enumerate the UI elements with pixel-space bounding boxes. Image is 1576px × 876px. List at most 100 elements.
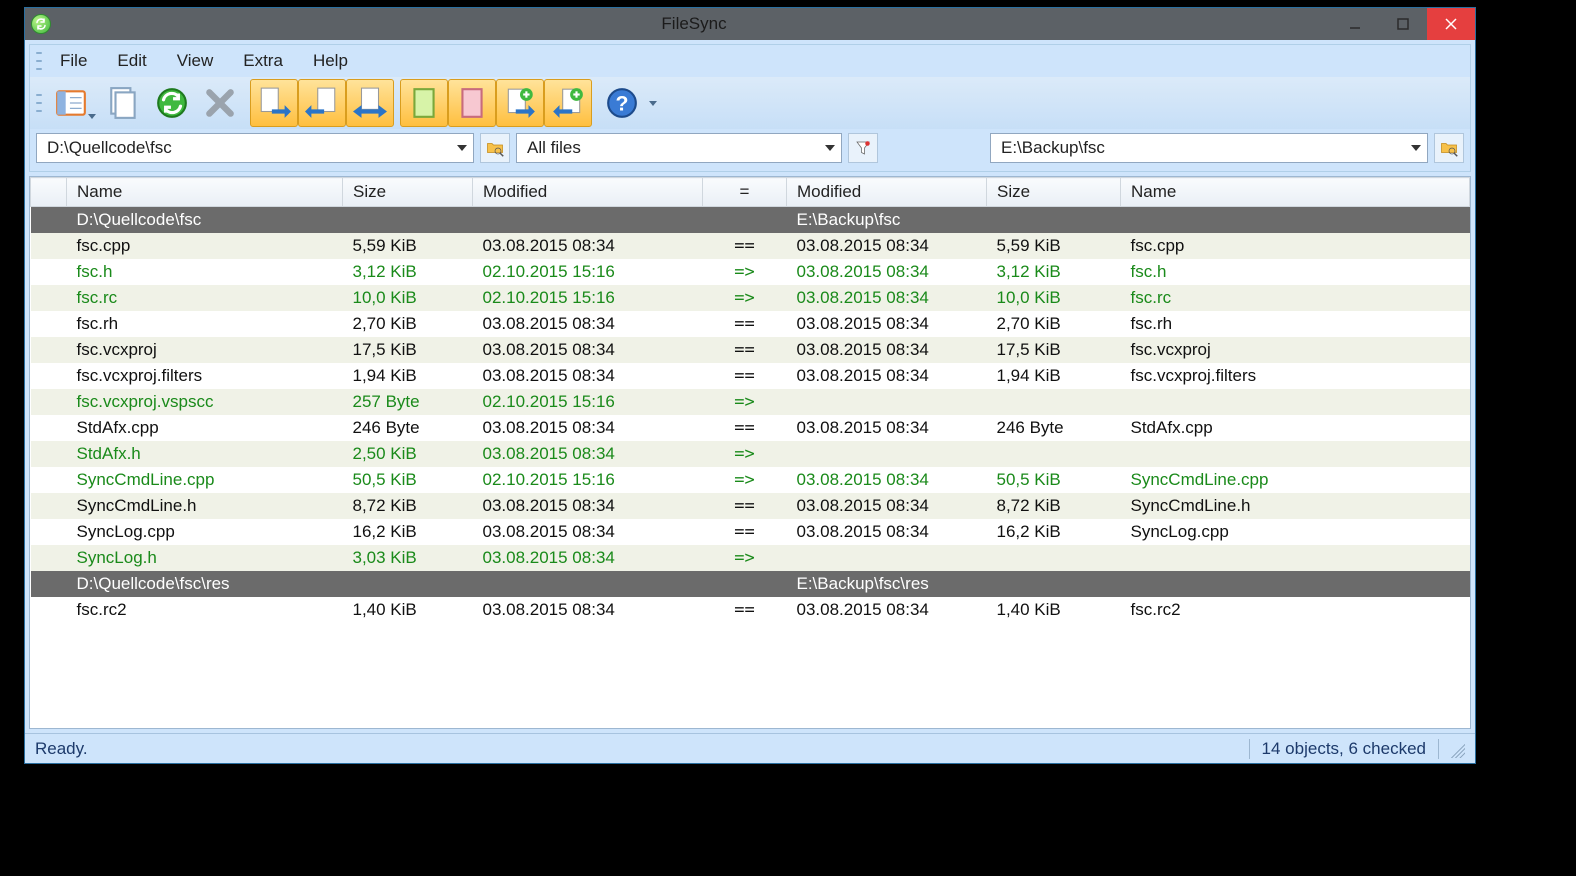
delete-button[interactable] (196, 79, 244, 127)
file-row[interactable]: fsc.vcxproj.filters1,94 KiB03.08.2015 08… (31, 363, 1470, 389)
header-name-left[interactable]: Name (67, 178, 343, 207)
cell-modified-left: 02.10.2015 15:16 (473, 389, 703, 415)
cell-size-left: 17,5 KiB (343, 337, 473, 363)
cell-size-right (987, 389, 1121, 415)
cell-modified-left: 03.08.2015 08:34 (473, 545, 703, 571)
cell-size-left: 16,2 KiB (343, 519, 473, 545)
cell-name-left: fsc.cpp (67, 233, 343, 259)
cell-equals: == (703, 363, 787, 389)
menu-grip-icon[interactable] (36, 52, 42, 70)
minimize-button[interactable] (1331, 8, 1379, 40)
cell-name-right: fsc.h (1121, 259, 1470, 285)
folder-row[interactable]: D:\Quellcode\fscE:\Backup\fsc (31, 207, 1470, 234)
cell-equals: == (703, 233, 787, 259)
file-row[interactable]: fsc.vcxproj17,5 KiB03.08.2015 08:34==03.… (31, 337, 1470, 363)
cell-modified-right (787, 545, 987, 571)
cell-modified-left: 03.08.2015 08:34 (473, 441, 703, 467)
menu-view[interactable]: View (165, 47, 226, 75)
cell-name-right: StdAfx.cpp (1121, 415, 1470, 441)
file-row[interactable]: StdAfx.cpp246 Byte03.08.2015 08:34==03.0… (31, 415, 1470, 441)
file-row[interactable]: fsc.rc10,0 KiB02.10.2015 15:16=>03.08.20… (31, 285, 1470, 311)
cell-name-left: fsc.rc (67, 285, 343, 311)
cell-equals: => (703, 545, 787, 571)
folder-row[interactable]: D:\Quellcode\fsc\res E:\Backup\fsc\res (31, 571, 1470, 597)
file-row[interactable]: fsc.rc21,40 KiB03.08.2015 08:34==03.08.2… (31, 597, 1470, 623)
cell-equals: => (703, 467, 787, 493)
right-path-combo[interactable]: E:\Backup\fsc (990, 133, 1428, 163)
cell-size-left: 8,72 KiB (343, 493, 473, 519)
copy-both-button[interactable] (346, 79, 394, 127)
cell-modified-left: 03.08.2015 08:34 (473, 415, 703, 441)
menu-file[interactable]: File (48, 47, 99, 75)
toolbar-overflow-icon[interactable] (646, 101, 660, 106)
file-row[interactable]: StdAfx.h2,50 KiB03.08.2015 08:34=> (31, 441, 1470, 467)
copy-left-to-right-button[interactable] (250, 79, 298, 127)
header-modified-left[interactable]: Modified (473, 178, 703, 207)
view-mode-button[interactable] (42, 79, 100, 127)
add-right-button[interactable] (544, 79, 592, 127)
folder-right: E:\Backup\fsc\res (787, 571, 1470, 597)
cell-modified-left: 03.08.2015 08:34 (473, 311, 703, 337)
file-row[interactable]: SyncCmdLine.cpp50,5 KiB02.10.2015 15:16=… (31, 467, 1470, 493)
menu-edit[interactable]: Edit (105, 47, 158, 75)
status-left: Ready. (35, 739, 88, 759)
cell-size-right: 17,5 KiB (987, 337, 1121, 363)
browse-right-button[interactable] (1434, 133, 1464, 163)
sync-button[interactable] (148, 79, 196, 127)
cell-name-right: SyncLog.cpp (1121, 519, 1470, 545)
maximize-button[interactable] (1379, 8, 1427, 40)
cell-size-right: 5,59 KiB (987, 233, 1121, 259)
cell-modified-right (787, 389, 987, 415)
left-path-text: D:\Quellcode\fsc (47, 138, 172, 158)
filter-text: All files (527, 138, 581, 158)
cell-equals: == (703, 493, 787, 519)
left-path-combo[interactable]: D:\Quellcode\fsc (36, 133, 474, 163)
right-path-text: E:\Backup\fsc (1001, 138, 1105, 158)
file-row[interactable]: fsc.h3,12 KiB02.10.2015 15:16=>03.08.201… (31, 259, 1470, 285)
file-row[interactable]: fsc.rh2,70 KiB03.08.2015 08:34==03.08.20… (31, 311, 1470, 337)
add-left-button[interactable] (496, 79, 544, 127)
folder-left: D:\Quellcode\fsc\res (67, 571, 703, 597)
file-row[interactable]: fsc.vcxproj.vspscc257 Byte02.10.2015 15:… (31, 389, 1470, 415)
header-modified-right[interactable]: Modified (787, 178, 987, 207)
resize-grip-icon[interactable] (1447, 740, 1465, 758)
menu-help[interactable]: Help (301, 47, 360, 75)
file-row[interactable]: SyncLog.cpp16,2 KiB03.08.2015 08:34==03.… (31, 519, 1470, 545)
filter-combo[interactable]: All files (516, 133, 842, 163)
file-row[interactable]: fsc.cpp5,59 KiB03.08.2015 08:34==03.08.2… (31, 233, 1470, 259)
copy-right-to-left-button[interactable] (298, 79, 346, 127)
help-button[interactable]: ? (598, 79, 646, 127)
cell-equals: == (703, 337, 787, 363)
cell-equals: => (703, 285, 787, 311)
cell-modified-right: 03.08.2015 08:34 (787, 337, 987, 363)
file-row[interactable]: SyncLog.h3,03 KiB03.08.2015 08:34=> (31, 545, 1470, 571)
close-button[interactable] (1427, 8, 1475, 40)
cell-modified-right: 03.08.2015 08:34 (787, 363, 987, 389)
browse-left-button[interactable] (480, 133, 510, 163)
header-equals[interactable]: = (703, 178, 787, 207)
header-row[interactable]: Name Size Modified = Modified Size Name (31, 178, 1470, 207)
cell-name-right (1121, 389, 1470, 415)
new-profile-button[interactable] (100, 79, 148, 127)
header-size-right[interactable]: Size (987, 178, 1121, 207)
menu-extra[interactable]: Extra (231, 47, 295, 75)
cell-modified-left: 03.08.2015 08:34 (473, 233, 703, 259)
new-right-file-button[interactable] (448, 79, 496, 127)
header-size-left[interactable]: Size (343, 178, 473, 207)
cell-name-left: SyncCmdLine.h (67, 493, 343, 519)
new-left-file-button[interactable] (400, 79, 448, 127)
compare-grid[interactable]: Name Size Modified = Modified Size Name … (30, 177, 1470, 623)
cell-size-right: 10,0 KiB (987, 285, 1121, 311)
titlebar[interactable]: FileSync (25, 8, 1475, 40)
file-row[interactable]: SyncCmdLine.h8,72 KiB03.08.2015 08:34==0… (31, 493, 1470, 519)
header-blank[interactable] (31, 178, 67, 207)
chevron-down-icon (825, 145, 835, 151)
cell-name-left: StdAfx.h (67, 441, 343, 467)
header-name-right[interactable]: Name (1121, 178, 1470, 207)
statusbar: Ready. 14 objects, 6 checked (25, 733, 1475, 763)
cell-modified-right: 03.08.2015 08:34 (787, 311, 987, 337)
cell-modified-right: 03.08.2015 08:34 (787, 285, 987, 311)
cell-modified-left: 03.08.2015 08:34 (473, 597, 703, 623)
cell-name-right: SyncCmdLine.h (1121, 493, 1470, 519)
filter-options-button[interactable] (848, 133, 878, 163)
